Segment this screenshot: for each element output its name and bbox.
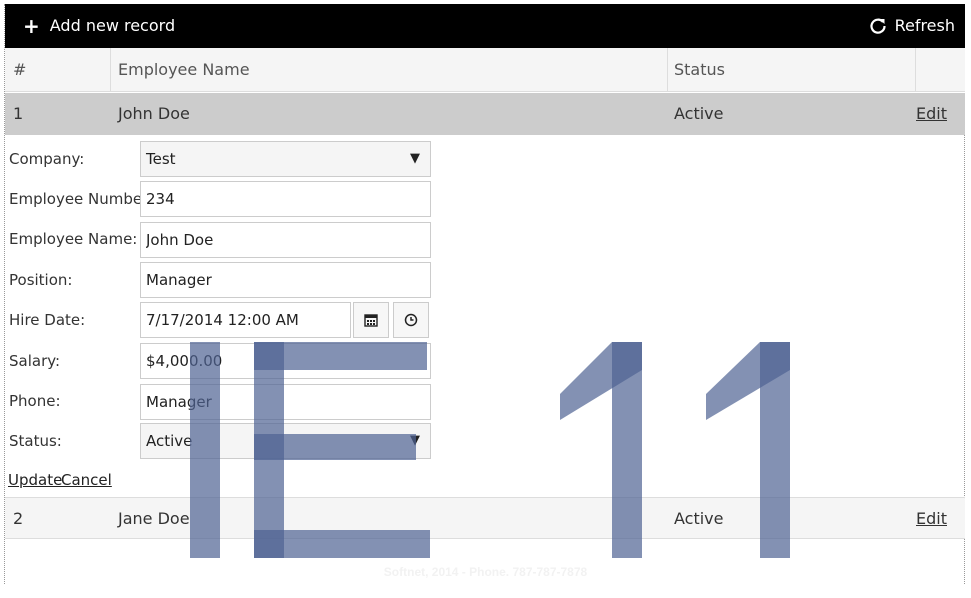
refresh-icon xyxy=(869,18,886,34)
time-button[interactable] xyxy=(393,302,429,338)
update-link[interactable]: Update xyxy=(8,471,62,489)
header-actions xyxy=(916,48,965,92)
cancel-link[interactable]: Cancel xyxy=(61,471,112,489)
header-number[interactable]: # xyxy=(5,48,111,92)
plus-icon: + xyxy=(23,13,40,38)
row-status: Active xyxy=(674,509,724,528)
salary-label: Salary: xyxy=(9,352,61,370)
dropdown-arrow-icon: ▼ xyxy=(410,433,420,448)
add-new-record-button[interactable]: + Add new record xyxy=(23,13,176,38)
table-row[interactable]: 2 Jane Doe Active Edit xyxy=(5,497,965,539)
row-number: 1 xyxy=(13,104,24,123)
grid-header: # Employee Name Status xyxy=(5,48,965,92)
employee-name-field[interactable] xyxy=(140,222,431,258)
hire-date-label: Hire Date: xyxy=(9,311,86,329)
footer-text: Softnet, 2014 - Phone. 787-787-7878 xyxy=(383,565,588,579)
table-row[interactable]: 1 John Doe Active Edit xyxy=(5,93,965,135)
header-employee-name[interactable]: Employee Name xyxy=(111,48,668,92)
position-field[interactable] xyxy=(140,262,431,298)
employee-number-label: Employee Number: xyxy=(9,190,154,208)
company-value: Test xyxy=(146,150,176,168)
refresh-label: Refresh xyxy=(894,16,955,35)
employee-name-label: Employee Name: xyxy=(9,230,138,248)
company-select[interactable]: Test ▼ xyxy=(140,141,431,177)
company-label: Company: xyxy=(9,150,85,168)
edit-link[interactable]: Edit xyxy=(916,93,947,135)
status-label: Status: xyxy=(9,432,62,450)
dropdown-arrow-icon: ▼ xyxy=(410,151,420,166)
toolbar: + Add new record Refresh xyxy=(5,4,965,48)
phone-field[interactable] xyxy=(140,384,431,420)
phone-label: Phone: xyxy=(9,392,61,410)
row-status: Active xyxy=(674,104,724,123)
row-employee-name: Jane Doe xyxy=(118,509,190,528)
salary-field[interactable] xyxy=(140,343,431,379)
calendar-icon xyxy=(364,314,378,327)
row-number: 2 xyxy=(13,509,24,528)
add-new-record-label: Add new record xyxy=(49,16,176,35)
status-value: Active xyxy=(146,432,193,450)
edit-link[interactable]: Edit xyxy=(916,498,947,540)
employee-number-field[interactable] xyxy=(140,181,431,217)
hire-date-field[interactable] xyxy=(140,302,351,338)
header-status[interactable]: Status xyxy=(668,48,916,92)
position-label: Position: xyxy=(9,271,73,289)
refresh-button[interactable]: Refresh xyxy=(869,16,955,35)
row-employee-name: John Doe xyxy=(118,104,190,123)
calendar-button[interactable] xyxy=(353,302,389,338)
clock-icon xyxy=(404,313,418,327)
status-select[interactable]: Active ▼ xyxy=(140,423,431,459)
